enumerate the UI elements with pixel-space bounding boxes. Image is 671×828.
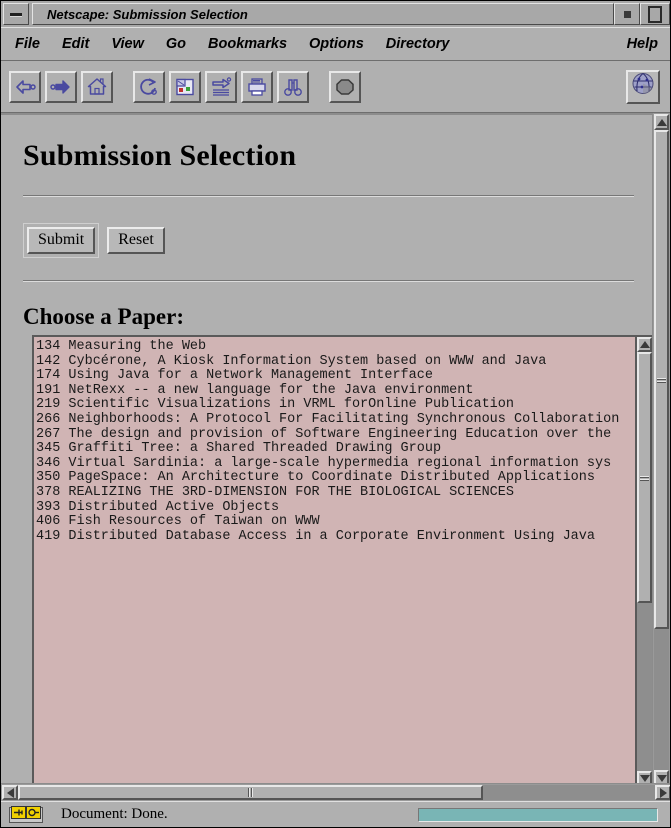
menu-item-file[interactable]: File [15,36,40,52]
paper-option[interactable]: 142 Cybcérone, A Kiosk Information Syste… [36,354,635,370]
progress-bar-fill [419,808,657,821]
paper-option[interactable]: 266 Neighborhoods: A Protocol For Facili… [36,412,635,428]
paper-option[interactable]: 419 Distributed Database Access in a Cor… [36,529,635,545]
submit-button[interactable]: Submit [27,227,96,254]
page-horizontal-scrollbar[interactable] [1,783,670,801]
listbox-thumb-grip [640,474,649,481]
print-button[interactable] [241,70,273,103]
paper-option[interactable]: 393 Distributed Active Objects [36,500,635,516]
status-message: Document: Done. [61,806,168,822]
chevron-left-icon [6,787,14,798]
open-button[interactable] [205,70,237,103]
statusbar: Document: Done. [1,801,670,827]
paper-option[interactable]: 219 Scientific Visualizations in VRML fo… [36,398,635,413]
divider-bottom [23,279,634,282]
progress-bar [418,807,658,822]
form-buttons: Submit Reset [23,223,654,258]
maximize-button[interactable] [640,3,670,25]
page-scroll-up-button[interactable] [654,114,669,130]
navigation-toolbar [1,61,670,113]
reload-icon [138,77,160,97]
page-scroll-track[interactable] [654,130,669,770]
netscape-logo-button[interactable] [626,69,660,104]
netscape-globe-icon [630,71,656,102]
back-arrow-icon [14,78,36,96]
menu-item-help[interactable]: Help [627,36,658,52]
back-button[interactable] [9,70,41,103]
page-scroll-right-button[interactable] [655,785,670,800]
page-scroll-left-button[interactable] [2,785,18,800]
netscape-browser-window: Netscape: Submission Selection File Edit… [0,0,671,828]
listbox-scroll-up-button[interactable] [637,337,652,352]
menu-item-directory[interactable]: Directory [386,36,450,52]
window-titlebar: Netscape: Submission Selection [1,1,670,27]
page-thumb-grip [657,376,666,383]
menu-item-bookmarks[interactable]: Bookmarks [208,36,287,52]
forward-arrow-icon [50,78,72,96]
paper-select-listbox[interactable]: 134 Measuring the Web 142 Cybcérone, A Ki… [32,335,654,787]
window-menu-icon [10,12,22,16]
reload-button[interactable] [133,70,165,103]
menu-item-go[interactable]: Go [166,36,186,52]
listbox-scroll-track[interactable] [637,352,652,771]
home-icon [86,77,108,97]
menu-item-options[interactable]: Options [309,36,364,52]
paper-list[interactable]: 134 Measuring the Web 142 Cybcérone, A Ki… [34,337,635,786]
binoculars-icon [282,77,304,97]
listbox-scroll-thumb[interactable] [637,352,652,604]
forward-button[interactable] [45,70,77,103]
page-hthumb-grip [247,788,254,797]
paper-option[interactable]: 174 Using Java for a Network Management … [36,369,635,384]
chevron-up-icon [639,341,650,348]
window-menu-button[interactable] [3,3,29,25]
paper-option[interactable]: 191 NetRexx -- a new language for the Ja… [36,383,635,399]
page-hscroll-track[interactable] [18,785,655,800]
page-title: Submission Selection [23,139,297,172]
open-icon [210,76,232,97]
broken-key-icon [11,805,41,824]
paper-option[interactable]: 406 Fish Resources of Taiwan on WWW [36,515,635,530]
chevron-down-icon [656,774,667,782]
window-title: Netscape: Submission Selection [47,6,248,22]
home-button[interactable] [81,70,113,103]
paper-option[interactable]: 345 Graffiti Tree: a Shared Threaded Dra… [36,442,635,457]
titlebar-window-controls [614,3,670,25]
images-button[interactable] [169,70,201,103]
reset-button[interactable]: Reset [107,227,165,254]
images-icon [174,77,196,97]
menubar: File Edit View Go Bookmarks Options Dire… [1,27,670,61]
menu-item-view[interactable]: View [111,36,144,52]
window-title-slab: Netscape: Submission Selection [32,3,614,25]
listbox-vertical-scrollbar[interactable] [635,337,652,786]
security-indicator[interactable] [9,805,43,824]
menu-item-edit[interactable]: Edit [62,36,89,52]
chevron-up-icon [656,118,667,126]
paper-option[interactable]: 267 The design and provision of Software… [36,427,635,443]
minimize-button[interactable] [614,3,640,25]
divider-top [23,195,634,197]
paper-option[interactable]: 350 PageSpace: An Architecture to Coordi… [36,471,635,486]
find-button[interactable] [277,70,309,103]
choose-paper-heading: Choose a Paper: [23,303,184,329]
maximize-icon [648,5,662,23]
minimize-icon [623,10,631,18]
paper-option[interactable]: 134 Measuring the Web [36,339,635,355]
stop-octagon-icon [334,77,356,97]
chevron-down-icon [639,775,650,782]
paper-option[interactable]: 346 Virtual Sardinia: a large-scale hype… [36,456,635,472]
page-hscroll-thumb[interactable] [18,785,483,800]
page-scroll-thumb[interactable] [654,130,669,630]
chevron-right-icon [659,787,667,798]
printer-icon [246,77,268,97]
stop-button[interactable] [329,70,361,103]
submit-button-ring: Submit [23,223,100,258]
paper-option[interactable]: 378 REALIZING THE 3RD-DIMENSION FOR THE … [36,485,635,501]
page-vertical-scrollbar[interactable] [652,113,670,787]
page-content: Submission Selection Submit Reset Choose… [1,113,654,787]
